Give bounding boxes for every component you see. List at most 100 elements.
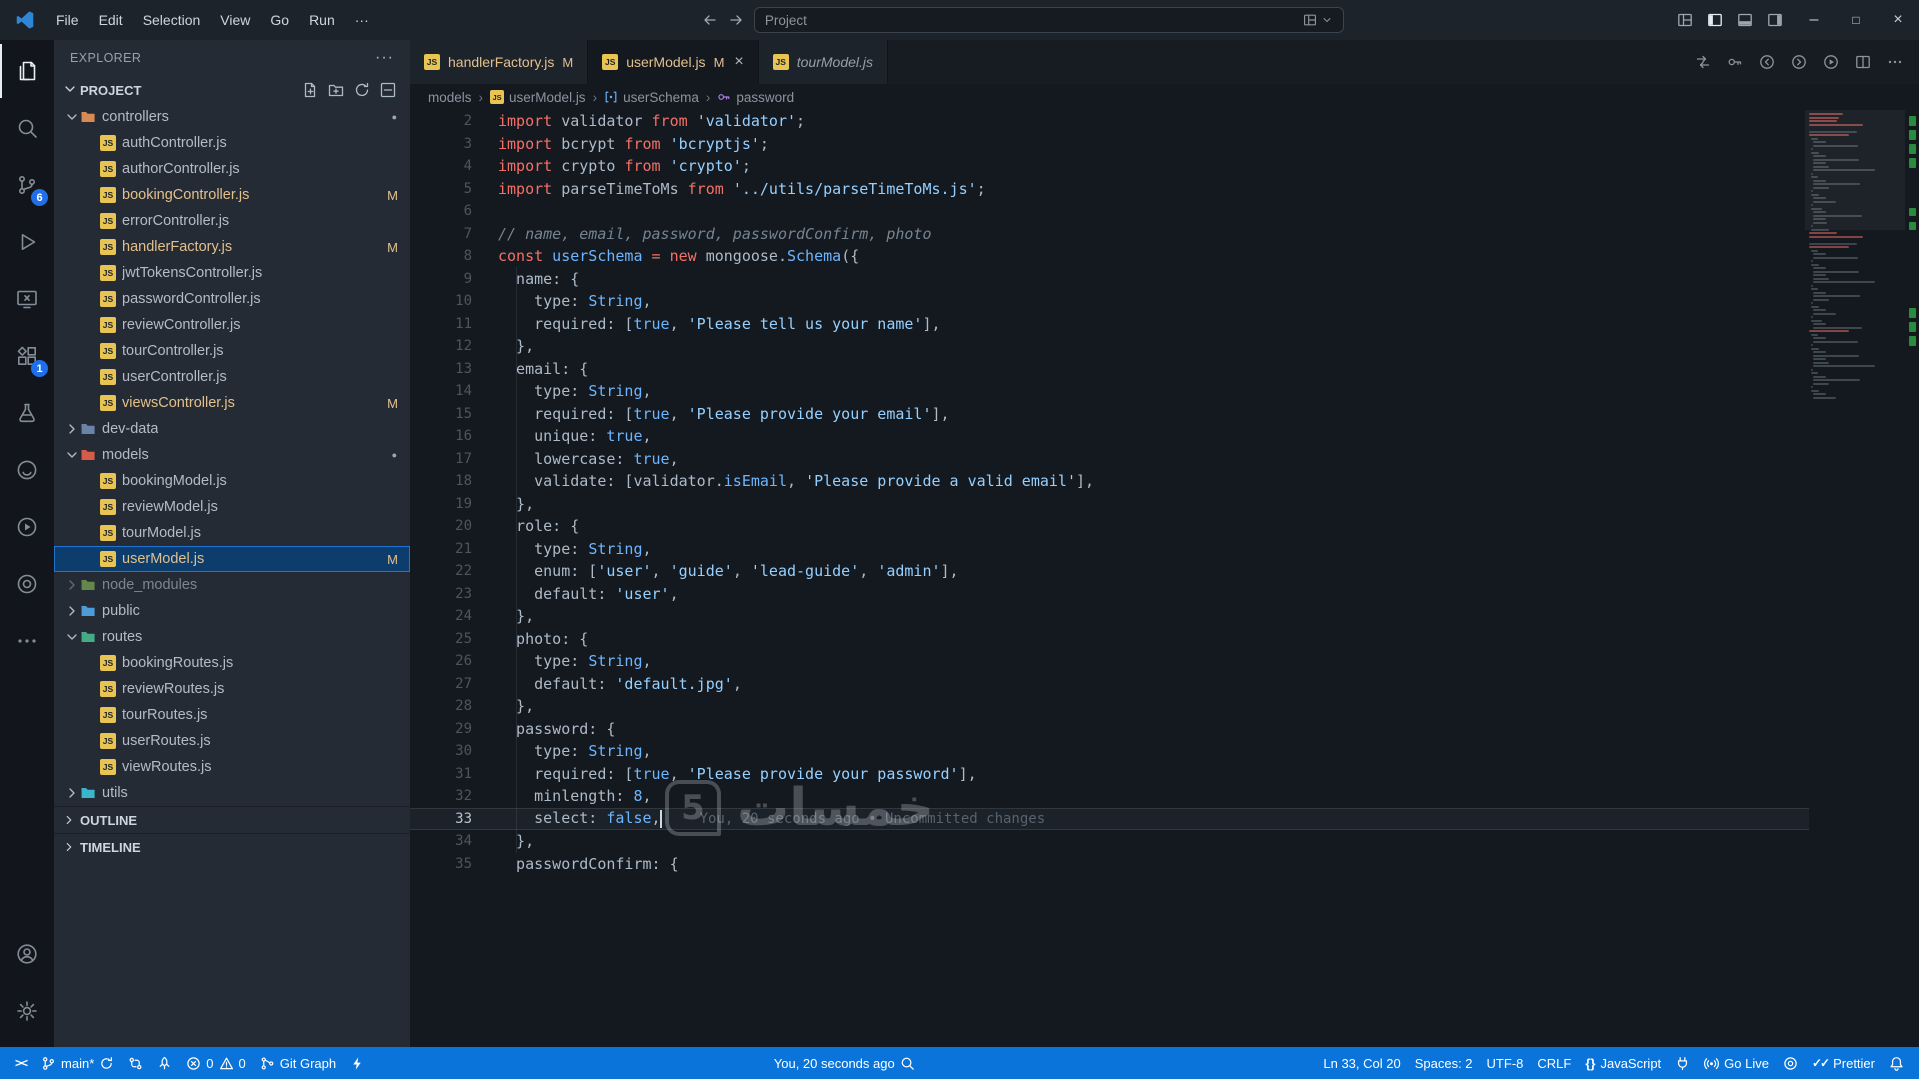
code-line-4[interactable]: 4import crypto from 'crypto'; xyxy=(410,155,1809,178)
line-number[interactable]: 30 xyxy=(410,740,472,763)
code-line-9[interactable]: 9 name: { xyxy=(410,268,1809,291)
code-line-27[interactable]: 27 default: 'default.jpg', xyxy=(410,673,1809,696)
code-line-6[interactable]: 6 xyxy=(410,200,1809,223)
breadcrumb-userSchema[interactable]: userSchema xyxy=(604,90,699,105)
status-git-graph[interactable]: Git Graph xyxy=(253,1047,343,1079)
code-line-23[interactable]: 23 default: 'user', xyxy=(410,583,1809,606)
toggle-secondary-sidebar-button[interactable] xyxy=(1767,12,1783,28)
line-number[interactable]: 20 xyxy=(410,515,472,538)
line-number[interactable]: 16 xyxy=(410,425,472,448)
tree-file-jwtTokensController.js[interactable]: JSjwtTokensController.js xyxy=(54,260,410,286)
tree-file-handlerFactory.js[interactable]: JShandlerFactory.jsM xyxy=(54,234,410,260)
tree-file-bookingRoutes.js[interactable]: JSbookingRoutes.js xyxy=(54,650,410,676)
code-line-15[interactable]: 15 required: [true, 'Please provide your… xyxy=(410,403,1809,426)
activity-extensions[interactable]: 1 xyxy=(0,329,54,383)
code-line-33[interactable]: 33 select: false,You, 20 seconds ago • U… xyxy=(410,808,1809,831)
more-actions-button[interactable] xyxy=(1887,54,1903,70)
tree-folder-node_modules[interactable]: node_modules xyxy=(54,572,410,598)
activity-gitlens-inspect[interactable] xyxy=(0,557,54,611)
activity-search[interactable] xyxy=(0,101,54,155)
project-section-header[interactable]: PROJECT xyxy=(54,76,410,104)
line-number[interactable]: 28 xyxy=(410,695,472,718)
status-git-branch[interactable]: main* xyxy=(34,1047,121,1079)
tree-file-viewsController.js[interactable]: JSviewsController.jsM xyxy=(54,390,410,416)
line-number[interactable]: 25 xyxy=(410,628,472,651)
tree-file-authorController.js[interactable]: JSauthorController.js xyxy=(54,156,410,182)
line-number[interactable]: 6 xyxy=(410,200,472,223)
status-encoding[interactable]: UTF-8 xyxy=(1480,1047,1531,1079)
tree-folder-public[interactable]: public xyxy=(54,598,410,624)
menu-view[interactable]: View xyxy=(210,8,260,32)
code-line-3[interactable]: 3import bcrypt from 'bcryptjs'; xyxy=(410,133,1809,156)
new-folder-button[interactable] xyxy=(328,82,344,98)
status-prettier[interactable]: ✓✓Prettier xyxy=(1805,1047,1882,1079)
tree-folder-models[interactable]: models● xyxy=(54,442,410,468)
code-line-8[interactable]: 8const userSchema = new mongoose.Schema(… xyxy=(410,245,1809,268)
code-line-11[interactable]: 11 required: [true, 'Please tell us your… xyxy=(410,313,1809,336)
line-number[interactable]: 34 xyxy=(410,830,472,853)
line-number[interactable]: 31 xyxy=(410,763,472,786)
pane-timeline[interactable]: TIMELINE xyxy=(54,833,410,860)
tree-file-userRoutes.js[interactable]: JSuserRoutes.js xyxy=(54,728,410,754)
minimap[interactable] xyxy=(1809,110,1905,1047)
tree-file-tourRoutes.js[interactable]: JStourRoutes.js xyxy=(54,702,410,728)
code-line-34[interactable]: 34 }, xyxy=(410,830,1809,853)
toggle-primary-sidebar-button[interactable] xyxy=(1707,12,1723,28)
history-forward-button[interactable] xyxy=(728,12,744,28)
line-number[interactable]: 26 xyxy=(410,650,472,673)
line-number[interactable]: 22 xyxy=(410,560,472,583)
code-line-10[interactable]: 10 type: String, xyxy=(410,290,1809,313)
code-line-26[interactable]: 26 type: String, xyxy=(410,650,1809,673)
status-indentation[interactable]: Spaces: 2 xyxy=(1408,1047,1480,1079)
code-line-13[interactable]: 13 email: { xyxy=(410,358,1809,381)
activity-gitlens[interactable] xyxy=(0,500,54,554)
code-line-29[interactable]: 29 password: { xyxy=(410,718,1809,741)
code-line-18[interactable]: 18 validate: [validator.isEmail, 'Please… xyxy=(410,470,1809,493)
line-number[interactable]: 8 xyxy=(410,245,472,268)
command-center-search[interactable]: Project xyxy=(754,7,1344,33)
tree-file-tourModel.js[interactable]: JStourModel.js xyxy=(54,520,410,546)
code-line-12[interactable]: 12 }, xyxy=(410,335,1809,358)
line-number[interactable]: 33 xyxy=(410,808,472,831)
status-git-compare[interactable] xyxy=(121,1047,150,1079)
activity-remote-preview[interactable] xyxy=(0,272,54,326)
split-editor-button[interactable] xyxy=(1855,54,1871,70)
status-remote-indicator[interactable]: >< xyxy=(8,1047,34,1079)
menu-file[interactable]: File xyxy=(46,8,89,32)
line-number[interactable]: 13 xyxy=(410,358,472,381)
activity-testing[interactable] xyxy=(0,386,54,440)
menu-run[interactable]: Run xyxy=(299,8,345,32)
line-number[interactable]: 32 xyxy=(410,785,472,808)
activity-run-debug[interactable] xyxy=(0,215,54,269)
code-line-21[interactable]: 21 type: String, xyxy=(410,538,1809,561)
tab-tourModel.js[interactable]: JStourModel.js xyxy=(759,40,888,84)
line-number[interactable]: 4 xyxy=(410,155,472,178)
minimize-button[interactable]: – xyxy=(1793,0,1835,40)
tree-folder-controllers[interactable]: controllers● xyxy=(54,104,410,130)
open-changes-button[interactable] xyxy=(1695,54,1711,70)
line-number[interactable]: 23 xyxy=(410,583,472,606)
maximize-button[interactable]: □ xyxy=(1835,0,1877,40)
code-line-20[interactable]: 20 role: { xyxy=(410,515,1809,538)
breadcrumb-password[interactable]: password xyxy=(717,90,794,105)
code-line-14[interactable]: 14 type: String, xyxy=(410,380,1809,403)
code-line-25[interactable]: 25 photo: { xyxy=(410,628,1809,651)
explorer-more-button[interactable]: ··· xyxy=(375,49,394,67)
status-flash[interactable] xyxy=(343,1047,372,1079)
gitlens-token-button[interactable] xyxy=(1727,54,1743,70)
line-number[interactable]: 14 xyxy=(410,380,472,403)
breadcrumb-userModel.js[interactable]: JSuserModel.js xyxy=(490,90,586,105)
code-line-2[interactable]: 2import validator from 'validator'; xyxy=(410,110,1809,133)
menu-go[interactable]: Go xyxy=(260,8,299,32)
status-deploy[interactable] xyxy=(150,1047,179,1079)
tree-file-userController.js[interactable]: JSuserController.js xyxy=(54,364,410,390)
line-number[interactable]: 18 xyxy=(410,470,472,493)
tree-file-bookingController.js[interactable]: JSbookingController.jsM xyxy=(54,182,410,208)
toggle-panel-button[interactable] xyxy=(1737,12,1753,28)
status-ports[interactable] xyxy=(1668,1047,1697,1079)
status-go-live[interactable]: Go Live xyxy=(1697,1047,1776,1079)
next-change-button[interactable] xyxy=(1791,54,1807,70)
tree-file-errorController.js[interactable]: JSerrorController.js xyxy=(54,208,410,234)
activity-github[interactable] xyxy=(0,443,54,497)
line-number[interactable]: 27 xyxy=(410,673,472,696)
